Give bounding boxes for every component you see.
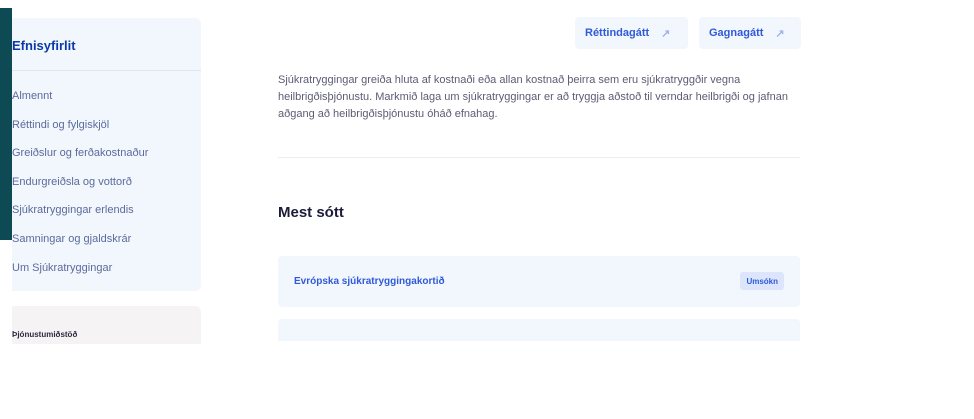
accent-bar [0, 8, 12, 240]
external-link-icon: ↗ [775, 27, 785, 40]
rettindagatt-label: Réttindagátt [585, 27, 650, 39]
sidebar-item-almennt[interactable]: Almennt [12, 90, 148, 119]
sidebar-item-um[interactable]: Um Sjúkratryggingar [12, 262, 148, 291]
sidebar-divider [12, 70, 201, 71]
most-visited-item[interactable] [278, 319, 800, 341]
gagnagatt-link[interactable]: Gagnagátt ↗ [699, 17, 801, 49]
most-visited-heading: Mest sótt [278, 204, 344, 221]
sidebar-item-endurgreidsla[interactable]: Endurgreiðsla og vottorð [12, 176, 148, 205]
intro-paragraph: Sjúkratryggingar greiða hluta af kostnað… [278, 74, 788, 120]
sidebar-item-rettindi[interactable]: Réttindi og fylgiskjöl [12, 119, 148, 148]
sidebar-item-erlendis[interactable]: Sjúkratryggingar erlendis [12, 204, 148, 233]
external-link-icon: ↗ [661, 27, 671, 40]
content-divider [278, 157, 800, 158]
rettindagatt-link[interactable]: Réttindagátt ↗ [575, 17, 688, 49]
most-visited-item-badge: Umsókn [740, 272, 784, 290]
most-visited-item[interactable]: Evrópska sjúkratryggingakortið Umsókn [278, 256, 800, 307]
gagnagatt-label: Gagnagátt [709, 27, 764, 39]
service-center-label: Þjónustumiðstöð [12, 330, 78, 339]
sidebar-item-greidslur[interactable]: Greiðslur og ferðakostnaður [12, 147, 148, 176]
most-visited-item-label: Evrópska sjúkratryggingakortið [294, 276, 445, 287]
service-center-card[interactable]: Þjónustumiðstöð [12, 306, 201, 344]
sidebar-list: Almennt Réttindi og fylgiskjöl Greiðslur… [12, 90, 148, 290]
sidebar-title: Efnisyfirlit [12, 38, 76, 53]
table-of-contents-sidebar: Efnisyfirlit Almennt Réttindi og fylgisk… [12, 18, 201, 291]
sidebar-item-samningar[interactable]: Samningar og gjaldskrár [12, 233, 148, 262]
